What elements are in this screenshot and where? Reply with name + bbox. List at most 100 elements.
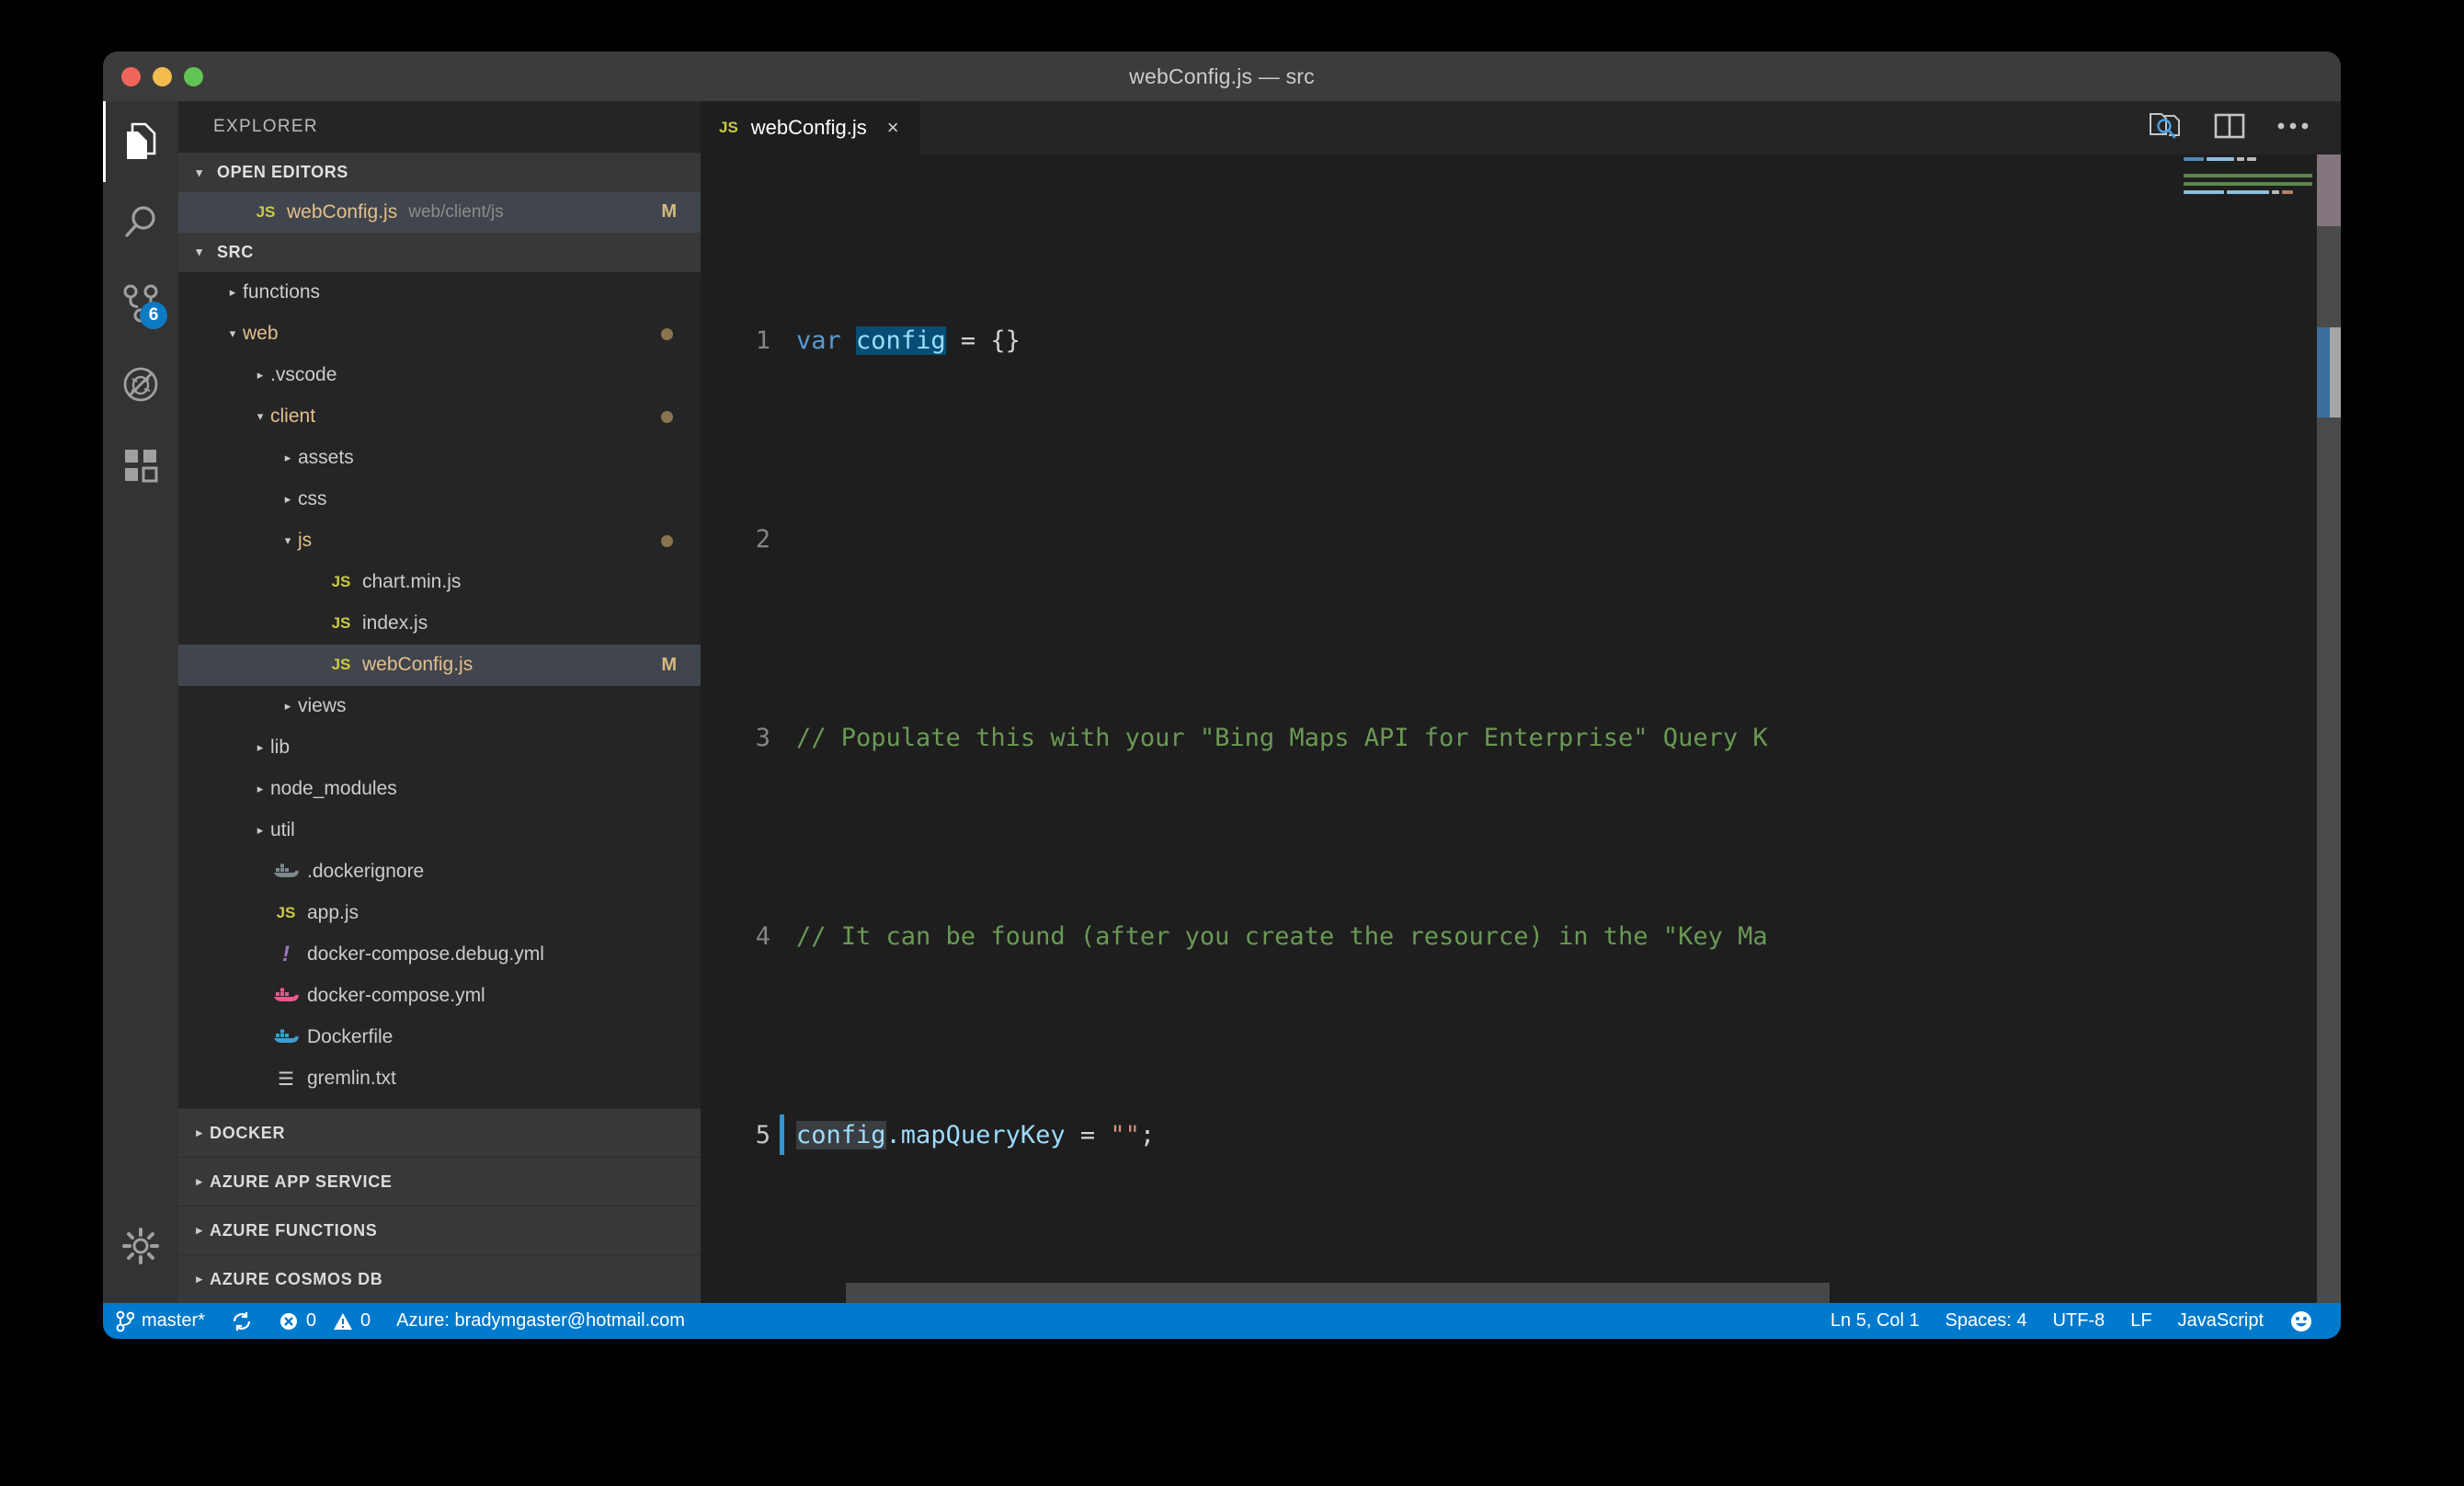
tree-item-label: util <box>270 819 295 841</box>
tree-item-label: .dockerignore <box>307 861 424 883</box>
minimize-window-button[interactable] <box>153 67 172 86</box>
tree-file-row[interactable]: ▸!docker-compose.debug.yml <box>178 934 701 976</box>
tree-folder-row[interactable]: ▸css <box>178 479 701 520</box>
chevron-right-icon: ▸ <box>189 1126 210 1140</box>
open-editor-status: M <box>661 201 677 223</box>
window-controls <box>121 67 203 86</box>
status-encoding[interactable]: UTF-8 <box>2040 1303 2118 1339</box>
activity-item-explorer[interactable] <box>103 101 178 182</box>
tree-file-row[interactable]: ▸JSchart.min.js <box>178 562 701 603</box>
tree-folder-row[interactable]: ▸lib <box>178 727 701 769</box>
code-editor[interactable]: 1 var config = {} 2 3 // Populate this w… <box>701 154 2341 1303</box>
tree-folder-row[interactable]: ▾web <box>178 314 701 355</box>
tree-file-row[interactable]: ▸docker-compose.yml <box>178 976 701 1017</box>
tree-file-row[interactable]: ▸.dockerignore <box>178 852 701 893</box>
tree-item-label: js <box>298 530 312 552</box>
status-problems[interactable]: 0 0 <box>266 1303 383 1339</box>
tree-folder-row[interactable]: ▸.vscode <box>178 355 701 396</box>
line-number: 4 <box>701 912 796 962</box>
chevron-down-icon: ▾ <box>222 326 243 341</box>
tree-item-label: assets <box>298 447 354 469</box>
panel-header-azure-functions[interactable]: ▸AZURE FUNCTIONS <box>178 1206 701 1254</box>
warning-count: 0 <box>360 1310 371 1332</box>
text-icon: ☰ <box>270 1068 302 1091</box>
tree-folder-row[interactable]: ▸functions <box>178 272 701 314</box>
encoding-label: UTF-8 <box>2053 1310 2105 1332</box>
close-window-button[interactable] <box>121 67 141 86</box>
minimap-slider[interactable] <box>2317 154 2341 226</box>
cursor-position-label: Ln 5, Col 1 <box>1831 1310 1920 1332</box>
tree-item-status: M <box>661 655 677 676</box>
editor-area: JS webConfig.js × <box>701 101 2341 1303</box>
status-language-mode[interactable]: JavaScript <box>2165 1303 2276 1339</box>
tree-file-row[interactable]: ▸JSindex.js <box>178 603 701 645</box>
panel-label: AZURE FUNCTIONS <box>210 1221 378 1240</box>
minimap[interactable] <box>2181 154 2317 1303</box>
status-indentation[interactable]: Spaces: 4 <box>1933 1303 2040 1339</box>
open-changes-icon[interactable] <box>2148 110 2183 146</box>
tree-item-label: lib <box>270 737 290 759</box>
tree-folder-row[interactable]: ▸views <box>178 686 701 727</box>
text-cursor <box>780 1114 784 1155</box>
open-editor-item[interactable]: JS webConfig.js web/client/js M <box>178 192 701 232</box>
token-equals: = <box>1066 1121 1111 1149</box>
vertical-scrollbar-track[interactable] <box>2317 154 2341 1303</box>
tree-item-label: index.js <box>362 612 428 634</box>
tab-webconfig-js[interactable]: JS webConfig.js × <box>701 101 920 154</box>
tree-item-label: chart.min.js <box>362 571 461 593</box>
panel-header-azure-cosmos-db[interactable]: ▸AZURE COSMOS DB <box>178 1254 701 1303</box>
docker-pink-icon <box>270 986 302 1006</box>
tab-label: webConfig.js <box>751 116 867 140</box>
chevron-down-icon: ▾ <box>189 166 210 180</box>
activity-item-source-control[interactable]: 6 <box>103 263 178 344</box>
panel-header-azure-app-service[interactable]: ▸AZURE APP SERVICE <box>178 1157 701 1206</box>
azure-account-label: Azure: bradymgaster@hotmail.com <box>396 1310 685 1332</box>
tree-file-row[interactable]: ▸Dockerfile <box>178 1017 701 1058</box>
activity-item-run-and-debug[interactable] <box>103 344 178 425</box>
tree-item-label: docker-compose.debug.yml <box>307 943 544 966</box>
file-tree[interactable]: ▸functions▾web▸.vscode▾client▸assets▸css… <box>178 272 701 1108</box>
tree-folder-row[interactable]: ▾client <box>178 396 701 438</box>
warning-icon <box>333 1311 353 1332</box>
chevron-right-icon: ▸ <box>278 451 298 465</box>
language-mode-label: JavaScript <box>2178 1310 2264 1332</box>
close-icon[interactable]: × <box>887 116 899 140</box>
chevron-right-icon: ▸ <box>250 823 270 838</box>
tree-item-label: css <box>298 488 327 510</box>
tree-file-row[interactable]: ▸JSwebConfig.jsM <box>178 645 701 686</box>
tree-file-row[interactable]: ▸☰gremlin.txt <box>178 1058 701 1100</box>
section-src[interactable]: ▾ SRC <box>178 233 701 272</box>
horizontal-scrollbar-thumb[interactable] <box>846 1283 1830 1303</box>
tree-item-label: Dockerfile <box>307 1026 393 1048</box>
error-count: 0 <box>306 1310 316 1332</box>
tree-file-row[interactable]: ▸{ }package-lock.json <box>178 1100 701 1108</box>
search-icon <box>120 202 161 243</box>
tree-file-row[interactable]: ▸JSapp.js <box>178 893 701 934</box>
status-branch[interactable]: master* <box>103 1303 218 1339</box>
tree-folder-row[interactable]: ▸util <box>178 810 701 852</box>
status-feedback[interactable] <box>2276 1303 2326 1339</box>
js-icon: JS <box>250 203 281 222</box>
tree-folder-row[interactable]: ▸node_modules <box>178 769 701 810</box>
activity-item-extensions[interactable] <box>103 425 178 506</box>
section-open-editors[interactable]: ▾ OPEN EDITORS <box>178 153 701 192</box>
tree-item-label: .vscode <box>270 364 337 386</box>
status-azure-account[interactable]: Azure: bradymgaster@hotmail.com <box>383 1303 698 1339</box>
more-actions-icon[interactable] <box>2276 120 2310 136</box>
status-eol[interactable]: LF <box>2117 1303 2164 1339</box>
tree-item-dirty-dot <box>661 535 673 547</box>
tree-folder-row[interactable]: ▸assets <box>178 438 701 479</box>
status-sync[interactable] <box>218 1303 266 1339</box>
gear-icon <box>121 1227 160 1265</box>
status-cursor-position[interactable]: Ln 5, Col 1 <box>1818 1303 1933 1339</box>
chevron-right-icon: ▸ <box>250 740 270 755</box>
panel-header-docker[interactable]: ▸DOCKER <box>178 1108 701 1157</box>
tree-folder-row[interactable]: ▾js <box>178 520 701 562</box>
split-editor-icon[interactable] <box>2214 112 2245 144</box>
zoom-window-button[interactable] <box>184 67 203 86</box>
activity-item-search[interactable] <box>103 182 178 263</box>
chevron-right-icon: ▸ <box>189 1272 210 1286</box>
sidebar-panels: ▸DOCKER▸AZURE APP SERVICE▸AZURE FUNCTION… <box>178 1108 701 1303</box>
activity-item-manage[interactable] <box>103 1206 178 1286</box>
token-property: .mapQueryKey <box>886 1121 1066 1149</box>
